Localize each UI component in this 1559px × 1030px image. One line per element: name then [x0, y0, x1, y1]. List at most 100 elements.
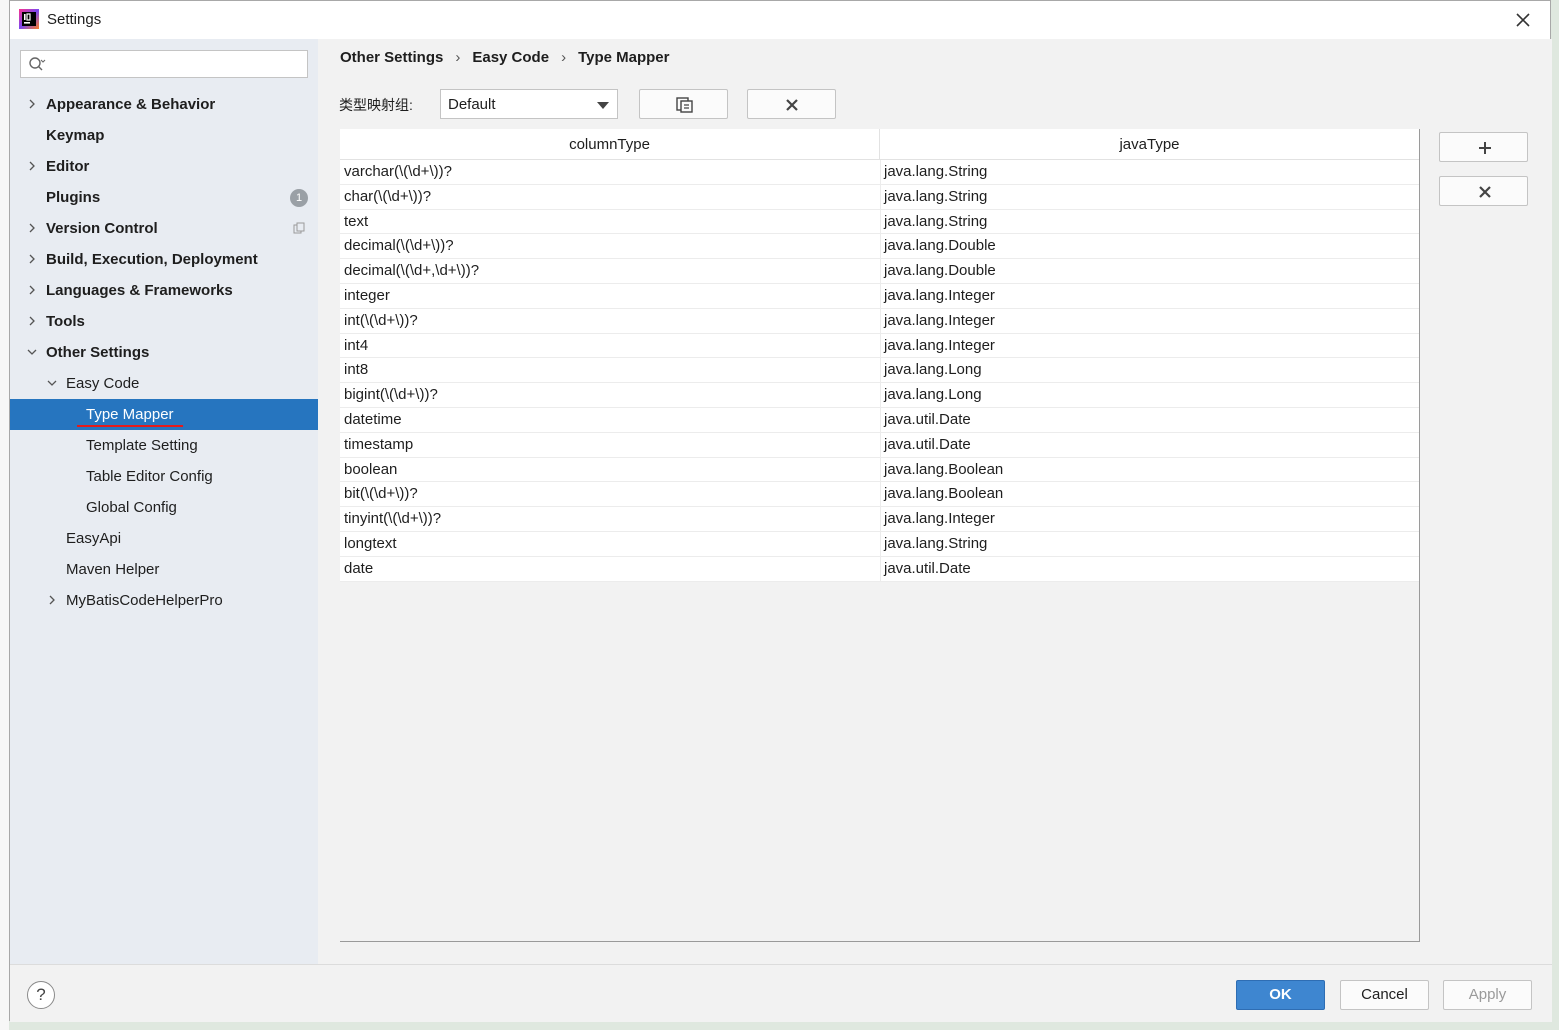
ok-button[interactable]: OK: [1236, 980, 1325, 1010]
cell-javatype[interactable]: java.lang.String: [884, 535, 987, 552]
cell-columntype[interactable]: datetime: [344, 411, 402, 428]
nav-languages-frameworks[interactable]: Languages & Frameworks: [10, 275, 318, 306]
nav-label: Tools: [46, 313, 85, 330]
table-row[interactable]: varchar(\(\d+\))? java.lang.String: [340, 160, 1419, 185]
nav-editor[interactable]: Editor: [10, 151, 318, 182]
cell-columntype[interactable]: text: [344, 213, 368, 230]
cell-javatype[interactable]: java.lang.Boolean: [884, 485, 1003, 502]
chevron-right-icon[interactable]: [27, 285, 37, 295]
cell-columntype[interactable]: tinyint(\(\d+\))?: [344, 510, 441, 527]
close-icon[interactable]: [1512, 9, 1534, 31]
table-row[interactable]: date java.util.Date: [340, 556, 1419, 582]
nav-version-control[interactable]: Version Control: [10, 213, 318, 244]
nav-tools[interactable]: Tools: [10, 306, 318, 337]
cell-javatype[interactable]: java.lang.Long: [884, 361, 982, 378]
cell-columntype[interactable]: decimal(\(\d+\))?: [344, 237, 454, 254]
chevron-down-icon[interactable]: [27, 347, 37, 357]
cell-javatype[interactable]: java.lang.String: [884, 163, 987, 180]
column-divider: [880, 383, 881, 407]
cell-javatype[interactable]: java.lang.Integer: [884, 337, 995, 354]
nav-table-editor-config[interactable]: Table Editor Config: [10, 461, 318, 492]
nav-maven-helper[interactable]: Maven Helper: [10, 554, 318, 585]
search-input[interactable]: [20, 50, 308, 78]
cell-javatype[interactable]: java.lang.String: [884, 188, 987, 205]
cell-columntype[interactable]: decimal(\(\d+,\d+\))?: [344, 262, 479, 279]
chevron-right-icon[interactable]: [27, 161, 37, 171]
cancel-button[interactable]: Cancel: [1340, 980, 1429, 1010]
cell-columntype[interactable]: date: [344, 560, 373, 577]
cell-javatype[interactable]: java.util.Date: [884, 411, 971, 428]
table-row[interactable]: timestamp java.util.Date: [340, 432, 1419, 458]
chevron-right-icon[interactable]: [27, 99, 37, 109]
cell-javatype[interactable]: java.lang.Integer: [884, 312, 995, 329]
intellij-app-icon: [19, 9, 39, 29]
apply-button[interactable]: Apply: [1443, 980, 1532, 1010]
cell-javatype[interactable]: java.lang.String: [884, 213, 987, 230]
table-row[interactable]: tinyint(\(\d+\))? java.lang.Integer: [340, 507, 1419, 532]
table-header: columnType javaType: [340, 129, 1419, 160]
cell-columntype[interactable]: longtext: [344, 535, 397, 552]
cell-javatype[interactable]: java.util.Date: [884, 560, 971, 577]
column-divider: [880, 333, 881, 358]
cell-columntype[interactable]: varchar(\(\d+\))?: [344, 163, 452, 180]
cell-columntype[interactable]: int8: [344, 361, 368, 378]
table-row[interactable]: integer java.lang.Integer: [340, 283, 1419, 309]
table-row[interactable]: datetime java.util.Date: [340, 407, 1419, 433]
type-group-select[interactable]: Default: [440, 89, 618, 119]
settings-nav-panel: Appearance & Behavior Keymap Editor Plug…: [10, 39, 318, 964]
table-row[interactable]: boolean java.lang.Boolean: [340, 457, 1419, 483]
cell-javatype[interactable]: java.lang.Double: [884, 237, 996, 254]
cell-javatype[interactable]: java.lang.Integer: [884, 287, 995, 304]
table-row[interactable]: int4 java.lang.Integer: [340, 333, 1419, 359]
column-header-columntype[interactable]: columnType: [340, 129, 880, 160]
nav-other-settings[interactable]: Other Settings: [10, 337, 318, 368]
cell-columntype[interactable]: timestamp: [344, 436, 413, 453]
copy-group-button[interactable]: [639, 89, 728, 119]
cell-javatype[interactable]: java.lang.Boolean: [884, 461, 1003, 478]
table-row[interactable]: decimal(\(\d+,\d+\))? java.lang.Double: [340, 259, 1419, 284]
cell-javatype[interactable]: java.lang.Long: [884, 386, 982, 403]
table-row[interactable]: bit(\(\d+\))? java.lang.Boolean: [340, 482, 1419, 508]
nav-easyapi[interactable]: EasyApi: [10, 523, 318, 554]
cell-columntype[interactable]: int4: [344, 337, 368, 354]
nav-build-execution-deployment[interactable]: Build, Execution, Deployment: [10, 244, 318, 275]
cell-columntype[interactable]: bigint(\(\d+\))?: [344, 386, 438, 403]
cell-javatype[interactable]: java.lang.Double: [884, 262, 996, 279]
table-row[interactable]: decimal(\(\d+\))? java.lang.Double: [340, 234, 1419, 260]
nav-template-setting[interactable]: Template Setting: [10, 430, 318, 461]
cell-columntype[interactable]: int(\(\d+\))?: [344, 312, 418, 329]
table-row[interactable]: longtext java.lang.String: [340, 531, 1419, 557]
cell-columntype[interactable]: boolean: [344, 461, 397, 478]
chevron-right-icon[interactable]: [27, 223, 37, 233]
table-row[interactable]: char(\(\d+\))? java.lang.String: [340, 184, 1419, 210]
nav-mybatiscodehelperpro[interactable]: MyBatisCodeHelperPro: [10, 585, 318, 616]
table-row[interactable]: bigint(\(\d+\))? java.lang.Long: [340, 383, 1419, 408]
chevron-right-icon[interactable]: [27, 316, 37, 326]
nav-appearance-behavior[interactable]: Appearance & Behavior: [10, 89, 318, 120]
cell-javatype[interactable]: java.util.Date: [884, 436, 971, 453]
cell-columntype[interactable]: char(\(\d+\))?: [344, 188, 431, 205]
table-row[interactable]: int8 java.lang.Long: [340, 358, 1419, 384]
column-header-javatype[interactable]: javaType: [880, 129, 1419, 160]
nav-global-config[interactable]: Global Config: [10, 492, 318, 523]
nav-label: EasyApi: [66, 530, 122, 547]
nav-easy-code[interactable]: Easy Code: [10, 368, 318, 399]
chevron-right-icon[interactable]: [27, 254, 37, 264]
cell-columntype[interactable]: integer: [344, 287, 390, 304]
nav-keymap[interactable]: Keymap: [10, 120, 318, 151]
nav-type-mapper[interactable]: Type Mapper: [10, 399, 318, 430]
add-row-button[interactable]: [1439, 132, 1528, 162]
background-editor-strip: [0, 0, 9, 1030]
cell-columntype[interactable]: bit(\(\d+\))?: [344, 485, 418, 502]
delete-group-button[interactable]: [747, 89, 836, 119]
column-divider: [880, 556, 881, 581]
chevron-down-icon[interactable]: [47, 378, 57, 388]
help-button[interactable]: ?: [27, 981, 55, 1009]
chevron-right-icon[interactable]: [47, 595, 57, 605]
remove-row-button[interactable]: [1439, 176, 1528, 206]
table-row[interactable]: int(\(\d+\))? java.lang.Integer: [340, 308, 1419, 334]
table-row[interactable]: text java.lang.String: [340, 209, 1419, 235]
nav-label: Editor: [46, 158, 90, 175]
nav-plugins[interactable]: Plugins 1: [10, 182, 318, 213]
cell-javatype[interactable]: java.lang.Integer: [884, 510, 995, 527]
